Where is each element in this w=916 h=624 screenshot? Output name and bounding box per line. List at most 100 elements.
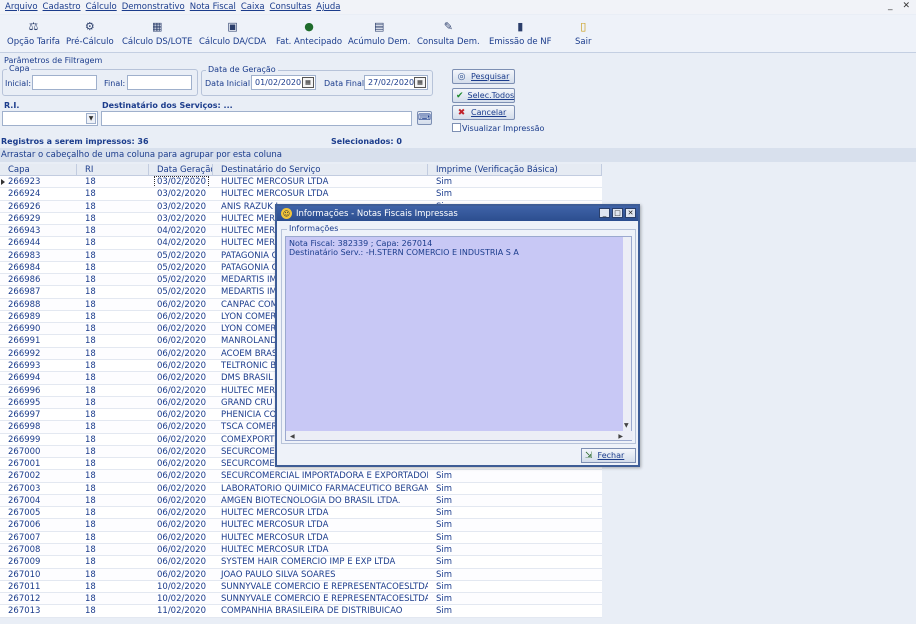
column-header-imprime[interactable]: Imprime (Verificação Básica): [428, 164, 602, 175]
destinatario-input[interactable]: [101, 111, 412, 126]
cell-data-text: 10/02/2020: [157, 594, 206, 605]
emissao-nf-button[interactable]: ▮ Emissão de NF: [489, 19, 552, 48]
cell-data: 10/02/2020: [149, 581, 213, 592]
opcao-tarifa-button[interactable]: ⚖ Opção Tarifa: [7, 19, 60, 48]
pre-calculo-button[interactable]: ⚙ Pré-Cálculo: [66, 19, 114, 48]
pesquisar-button[interactable]: ◎ Pesquisar: [452, 69, 515, 84]
table-row[interactable]: 267004 18 06/02/2020 AMGEN BIOTECNOLOGIA DO…: [0, 494, 602, 508]
table-row[interactable]: 267006 18 06/02/2020 HULTEC MERCOSUR LTDA Si…: [0, 519, 602, 532]
cell-ri-text: 18: [85, 213, 96, 224]
column-header-destinatario[interactable]: Destinatário do Serviço: [213, 164, 428, 175]
close-button[interactable]: ✕: [902, 1, 910, 11]
calculo-da-cda-button[interactable]: ▣ Cálculo DA/CDA: [199, 19, 266, 48]
table-row[interactable]: 266923 18 03/02/2020 HULTEC MERCOSUR LTDA Si…: [0, 176, 602, 189]
menu-item-5[interactable]: Caixa: [241, 2, 265, 12]
scroll-right-icon[interactable]: ▶: [618, 432, 623, 441]
menu-item-2[interactable]: Cálculo: [86, 2, 117, 12]
cell-data: 05/02/2020: [149, 286, 213, 297]
column-header-capa[interactable]: Capa: [0, 164, 77, 175]
table-row[interactable]: 267008 18 06/02/2020 HULTEC MERCOSUR LTDA Si…: [0, 543, 602, 557]
cell-capa: 266992: [0, 348, 77, 359]
visualizar-checkbox[interactable]: [452, 123, 461, 132]
table-row[interactable]: 266924 18 03/02/2020 HULTEC MERCOSUR LTDA Si…: [0, 188, 602, 201]
menu-item-7[interactable]: Ajuda: [316, 2, 340, 12]
cell-capa: 266924: [0, 188, 77, 199]
calendar-icon[interactable]: ▦: [302, 77, 314, 88]
cell-destinatario: HULTEC MERCOSUR LTDA: [213, 188, 428, 199]
menu-item-0[interactable]: Arquivo: [5, 2, 38, 12]
fechar-button[interactable]: ⇲ Fechar: [581, 448, 636, 463]
cell-capa-text: 267002: [8, 471, 41, 482]
table-row[interactable]: 267003 18 06/02/2020 LABORATORIO QUIMICO FA…: [0, 482, 602, 495]
data-inicial-label: Data Inicial: [205, 79, 251, 88]
selec-todos-button[interactable]: ✔ Selec.Todos: [452, 88, 515, 103]
cell-capa-text: 266987: [8, 287, 41, 298]
cell-capa: 267010: [0, 569, 77, 580]
cell-destinatario-text: PHENICIA CON: [221, 410, 283, 421]
menu-item-3[interactable]: Demonstrativo: [122, 2, 185, 12]
calendar-icon[interactable]: ▦: [414, 77, 426, 88]
ri-select[interactable]: ▼: [2, 111, 98, 126]
table-row[interactable]: 267010 18 06/02/2020 JOAO PAULO SILVA SOARE…: [0, 568, 602, 581]
cell-ri-text: 18: [85, 434, 96, 445]
menu-item-1[interactable]: Cadastro: [43, 2, 81, 12]
cell-destinatario-text: HULTEC MERCOSUR LTDA: [221, 189, 329, 200]
table-row[interactable]: 267002 18 06/02/2020 SECURCOMERCIAL IMPORTA…: [0, 470, 602, 483]
table-row[interactable]: 267012 18 10/02/2020 SUNNYVALE COMERCIO E R…: [0, 593, 602, 606]
chevron-down-icon[interactable]: ▼: [86, 113, 96, 124]
report-icon: ▣: [227, 19, 238, 33]
cell-ri: 18: [77, 201, 149, 212]
memo-vertical-scrollbar[interactable]: ▼: [623, 237, 631, 432]
cell-data-text: 06/02/2020: [157, 483, 206, 494]
info-legend: Informações: [287, 224, 341, 233]
cell-capa: 267000: [0, 446, 77, 457]
cell-capa: 266997: [0, 409, 77, 420]
capa-legend: Capa: [7, 64, 32, 73]
cell-capa: 266998: [0, 421, 77, 432]
table-row[interactable]: 267011 18 10/02/2020 SUNNYVALE COMERCIO E R…: [0, 580, 602, 594]
dialog-title-bar[interactable]: ☺ Informações - Notas Fiscais Impressas …: [277, 206, 638, 221]
cell-destinatario-text: SECURCOMERCIAL IMPORTADORA E EXPORTADOR: [221, 471, 428, 482]
cancelar-button[interactable]: ✖ Cancelar: [452, 105, 515, 120]
cell-data: 05/02/2020: [149, 262, 213, 273]
menu-item-6[interactable]: Consultas: [270, 2, 312, 12]
cell-destinatario-text: SECURCOMER: [221, 446, 281, 457]
acumulo-dem-button[interactable]: ▤ Acúmulo Dem.: [348, 19, 410, 48]
cell-imprime: Sim: [428, 495, 602, 506]
column-header-data-geracao[interactable]: Data Geração: [149, 164, 213, 175]
dialog-maximize-button[interactable]: □: [612, 208, 623, 218]
memo-horizontal-scrollbar[interactable]: ◀ ▶: [286, 431, 633, 440]
fat-antecipado-button[interactable]: ● Fat. Antecipado: [276, 19, 342, 48]
cell-imprime: Sim: [428, 569, 602, 580]
cell-ri-text: 18: [85, 299, 96, 310]
minimize-button[interactable]: _: [888, 1, 893, 11]
sair-button[interactable]: ▯ Sair: [575, 19, 591, 48]
cell-capa-text: 266926: [8, 201, 41, 212]
info-memo[interactable]: Nota Fiscal: 382339 ; Capa: 267014 Desti…: [285, 236, 633, 441]
column-header-ri[interactable]: RI: [77, 164, 149, 175]
consulta-dem-button[interactable]: ✎ Consulta Dem.: [417, 19, 480, 48]
capa-final-label: Final:: [104, 79, 126, 88]
cell-data: 05/02/2020: [149, 274, 213, 285]
capa-inicial-input[interactable]: [32, 75, 97, 90]
dialog-minimize-button[interactable]: _: [599, 208, 610, 218]
lookup-button[interactable]: ⌨: [417, 111, 432, 125]
cell-ri-text: 18: [85, 581, 96, 592]
cell-ri-text: 18: [85, 373, 96, 384]
cell-data: 04/02/2020: [149, 225, 213, 236]
table-row[interactable]: 267005 18 06/02/2020 HULTEC MERCOSUR LTDA Si…: [0, 507, 602, 520]
cell-ri-text: 18: [85, 557, 96, 568]
scroll-left-icon[interactable]: ◀: [290, 432, 295, 441]
dialog-close-button[interactable]: ✕: [625, 208, 636, 218]
table-row[interactable]: 267007 18 06/02/2020 HULTEC MERCOSUR LTDA Si…: [0, 531, 602, 544]
menu-item-4[interactable]: Nota Fiscal: [190, 2, 236, 12]
cell-imprime: Sim: [428, 188, 602, 199]
table-row[interactable]: 267013 18 11/02/2020 COMPANHIA BRASILEIRA D…: [0, 605, 602, 618]
cell-data-text: 06/02/2020: [157, 471, 206, 482]
table-row[interactable]: 267009 18 06/02/2020 SYSTEM HAIR COMERCIO I…: [0, 556, 602, 569]
cell-capa-text: 266990: [8, 324, 41, 335]
calculo-ds-lote-button[interactable]: ▦ Cálculo DS/LOTE: [122, 19, 192, 48]
capa-final-input[interactable]: [127, 75, 192, 90]
scroll-down-icon[interactable]: ▼: [624, 421, 629, 430]
cell-destinatario-text: ANIS RAZUK I: [221, 201, 278, 212]
